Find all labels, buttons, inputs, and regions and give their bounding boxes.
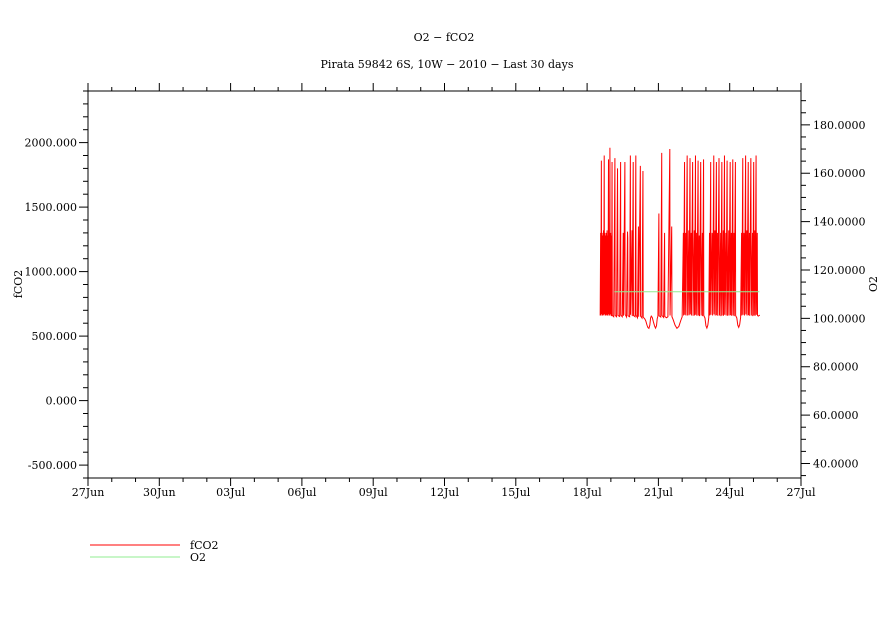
y-left-tick-label: 0.000: [46, 395, 78, 408]
y-left-tick-label: 1000.000: [25, 266, 78, 279]
x-tick-label: 30Jun: [143, 486, 176, 499]
chart-title: O2 − fCO2: [414, 31, 475, 44]
o2-fco2-chart: O2 − fCO2 Pirata 59842 6S, 10W − 2010 − …: [12, 31, 880, 564]
x-tick-label: 18Jul: [573, 486, 602, 499]
chart-page: O2 − fCO2 Pirata 59842 6S, 10W − 2010 − …: [0, 0, 891, 630]
y-right-tick-label: 180.0000: [813, 119, 866, 132]
x-tick-label: 12Jul: [430, 486, 459, 499]
x-tick-label: 06Jul: [287, 486, 316, 499]
x-tick-label: 27Jul: [786, 486, 815, 499]
x-tick-label: 09Jul: [359, 486, 388, 499]
y-right-tick-label: 100.0000: [813, 312, 866, 325]
y-left-tick-label: 500.000: [32, 330, 78, 343]
x-tick-label: 27Jun: [72, 486, 105, 499]
y-right-tick-label: 140.0000: [813, 216, 866, 229]
y-right-tick-label: 40.0000: [813, 457, 859, 470]
y-left-axis-title: fCO2: [12, 270, 25, 299]
y-right-axis-title: O2: [867, 276, 880, 292]
y-left-tick-label: 1500.000: [25, 201, 78, 214]
x-tick-label: 15Jul: [501, 486, 530, 499]
series-layer: [599, 147, 761, 330]
x-tick-label: 21Jul: [644, 486, 673, 499]
y-right-tick-label: 60.0000: [813, 409, 859, 422]
axes-layer: 27Jun 30Jun 03Jul 06Jul 09Jul 12Jul 15Jul 18Jul…: [25, 83, 866, 499]
y-left-tick-label: 2000.000: [25, 137, 78, 150]
y-right-tick-label: 80.0000: [813, 361, 859, 374]
y-left-tick-label: -500.000: [28, 459, 77, 472]
fco2-series-line: [599, 147, 761, 330]
x-tick-label: 24Jul: [715, 486, 744, 499]
y-right-tick-label: 160.0000: [813, 167, 866, 180]
chart-subtitle: Pirata 59842 6S, 10W − 2010 − Last 30 da…: [321, 58, 574, 71]
legend: fCO2 O2: [90, 539, 219, 564]
y-right-tick-label: 120.0000: [813, 264, 866, 277]
legend-o2-label: O2: [190, 551, 206, 564]
x-tick-label: 03Jul: [216, 486, 245, 499]
